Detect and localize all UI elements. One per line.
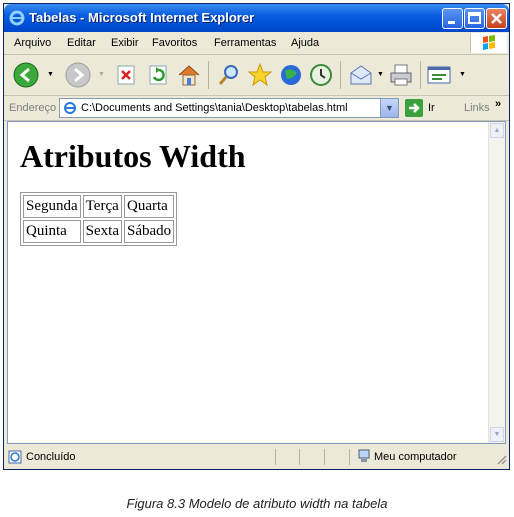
menu-exibir[interactable]: Exibir (111, 37, 139, 49)
page-done-icon (8, 450, 22, 464)
history-icon[interactable] (307, 61, 335, 89)
status-divider (275, 449, 276, 465)
status-divider (324, 449, 325, 465)
table-cell: Sábado (124, 220, 175, 243)
chevron-down-icon: ▼ (493, 431, 501, 438)
browser-window: Tabelas - Microsoft Internet Explorer Ar… (3, 3, 510, 470)
status-divider (349, 449, 350, 465)
refresh-icon[interactable] (144, 61, 172, 89)
minimize-icon (448, 21, 455, 24)
table-cell: Terça (82, 195, 122, 218)
table-row: Segunda Terça Quarta (23, 195, 175, 218)
windows-flag-icon (483, 35, 495, 50)
edit-icon[interactable] (425, 61, 453, 89)
figure-caption: Figura 8.3 Modelo de atributo width na t… (126, 496, 388, 511)
links-chevron-icon[interactable]: » (495, 98, 501, 110)
page-heading: Atributos Width (20, 138, 246, 174)
menu-arquivo[interactable]: Arquivo (14, 37, 51, 49)
search-icon[interactable] (215, 61, 243, 89)
menu-favoritos[interactable]: Favoritos (152, 37, 197, 49)
home-icon[interactable] (175, 61, 203, 89)
close-button[interactable] (486, 8, 507, 29)
page-viewport: Atributos Width Segunda Terça Quarta Qui… (7, 121, 506, 444)
security-zone-text: Meu computador (374, 451, 457, 463)
menu-bar: Arquivo Editar Exibir Favoritos Ferramen… (4, 32, 509, 55)
status-divider (299, 449, 300, 465)
table-cell: Segunda (23, 195, 81, 218)
back-dropdown-icon[interactable]: ▼ (47, 71, 54, 78)
address-dropdown-button[interactable]: ▼ (380, 99, 398, 117)
window-title: Tabelas - Microsoft Internet Explorer (29, 10, 255, 25)
stop-icon[interactable] (112, 61, 140, 89)
days-table: Segunda Terça Quarta Quinta Sexta Sábado (20, 192, 178, 246)
go-button[interactable] (405, 99, 423, 117)
standard-toolbar: ▼ ▼ ▼ ▼ (4, 55, 509, 96)
toolbar-separator (420, 61, 421, 89)
page-icon (64, 102, 76, 114)
print-icon[interactable] (387, 61, 415, 89)
maximize-button[interactable] (464, 8, 485, 29)
chevron-down-icon: ▼ (385, 103, 394, 113)
scroll-down-button[interactable]: ▼ (490, 427, 504, 442)
minimize-button[interactable] (442, 8, 463, 29)
close-icon (491, 13, 502, 24)
favorites-icon[interactable] (246, 61, 274, 89)
go-label[interactable]: Ir (428, 102, 435, 114)
chevron-up-icon: ▲ (493, 127, 501, 134)
menu-editar[interactable]: Editar (67, 37, 96, 49)
forward-icon[interactable] (64, 61, 92, 89)
computer-icon (358, 449, 370, 462)
table-cell: Quinta (23, 220, 81, 243)
title-bar[interactable]: Tabelas - Microsoft Internet Explorer (4, 4, 509, 32)
media-icon[interactable] (277, 61, 305, 89)
table-row: Quinta Sexta Sábado (23, 220, 175, 243)
table-cell: Quarta (124, 195, 175, 218)
scroll-up-button[interactable]: ▲ (490, 123, 504, 138)
toolbar-separator (340, 61, 341, 89)
status-bar: Concluído Meu computador (4, 445, 509, 469)
back-icon[interactable] (12, 61, 40, 89)
table-cell: Sexta (82, 220, 122, 243)
menu-ajuda[interactable]: Ajuda (291, 37, 319, 49)
go-arrow-icon (409, 103, 420, 113)
address-label: Endereço (9, 102, 57, 114)
windows-logo (470, 33, 507, 53)
forward-dropdown-icon[interactable]: ▼ (98, 71, 105, 78)
mail-icon[interactable] (347, 61, 375, 89)
menu-ferramentas[interactable]: Ferramentas (214, 37, 276, 49)
address-input[interactable]: C:\Documents and Settings\tania\Desktop\… (59, 98, 399, 118)
resize-grip-icon[interactable] (495, 453, 507, 465)
address-bar: Endereço C:\Documents and Settings\tania… (4, 96, 509, 121)
internet-explorer-icon (9, 10, 25, 26)
maximize-icon (468, 12, 481, 24)
vertical-scrollbar[interactable]: ▲ ▼ (488, 122, 505, 443)
edit-dropdown-icon[interactable]: ▼ (459, 71, 466, 78)
address-url[interactable]: C:\Documents and Settings\tania\Desktop\… (81, 102, 348, 114)
toolbar-separator (208, 61, 209, 89)
mail-dropdown-icon[interactable]: ▼ (377, 71, 384, 78)
links-label[interactable]: Links (464, 102, 490, 114)
status-text: Concluído (26, 451, 76, 463)
